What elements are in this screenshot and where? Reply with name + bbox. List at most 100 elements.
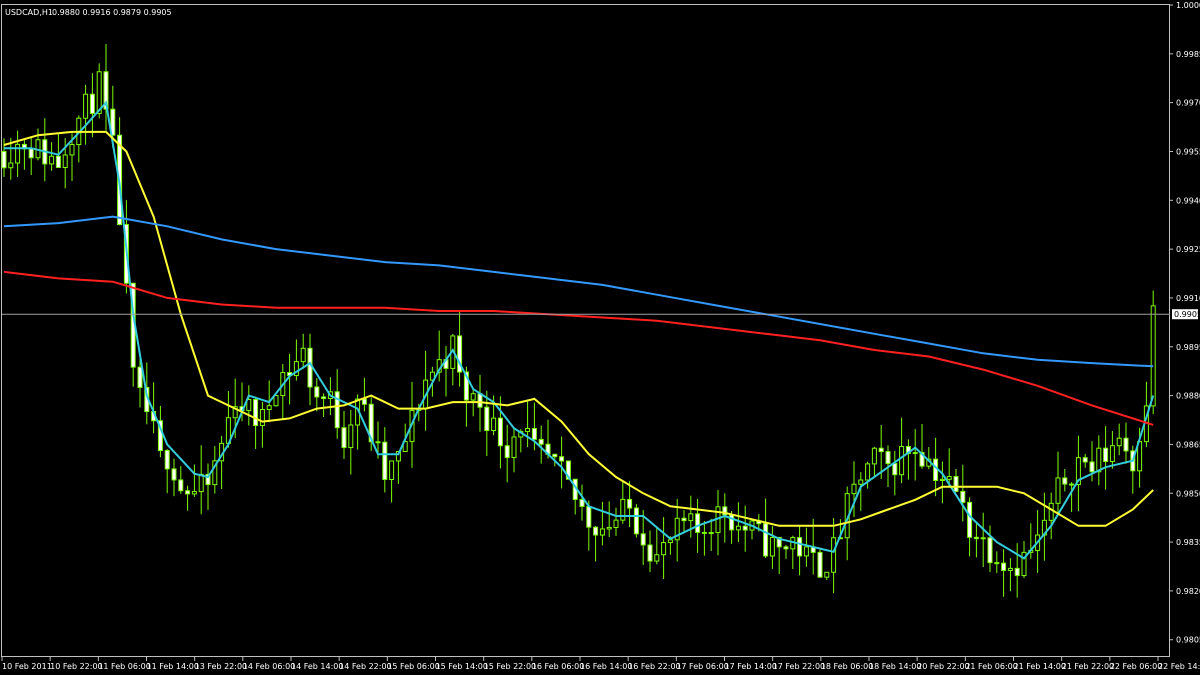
candle-body xyxy=(769,536,775,557)
candle-body xyxy=(681,517,687,522)
ohlc-label: 0.9880 0.9916 0.9879 0.9905 xyxy=(52,8,172,17)
candle-body xyxy=(1062,477,1068,485)
candle-body xyxy=(191,491,197,495)
y-tick-label: 0.9850 xyxy=(1176,489,1200,498)
candle-body xyxy=(599,528,605,536)
y-tick-label: 0.9865 xyxy=(1176,440,1200,449)
candle-body xyxy=(491,417,497,432)
candle-body xyxy=(531,427,537,440)
candle-body xyxy=(586,505,592,528)
x-tick-label: 21 Feb 14:00 xyxy=(1014,662,1066,671)
x-tick-label: 17 Feb 22:00 xyxy=(773,662,825,671)
candle-body xyxy=(1116,437,1122,447)
candle-body xyxy=(851,483,857,495)
x-tick-label: 11 Feb 06:00 xyxy=(98,662,150,671)
x-tick-label: 11 Feb 14:00 xyxy=(147,662,199,671)
candle-body xyxy=(314,386,320,398)
x-tick-label: 18 Feb 06:00 xyxy=(821,662,873,671)
candle-body xyxy=(198,473,204,493)
x-tick-label: 17 Feb 06:00 xyxy=(676,662,728,671)
candle-body xyxy=(511,436,517,459)
candle-body xyxy=(49,155,55,165)
candle-body xyxy=(497,417,503,447)
candle-body xyxy=(389,460,395,481)
candle-body xyxy=(695,513,701,533)
price-chart[interactable]: USDCAD,H1 0.9880 0.9916 0.9879 0.9905 1.… xyxy=(0,0,1200,675)
candle-body xyxy=(164,450,170,470)
candle-body xyxy=(477,393,483,408)
candle-body xyxy=(504,445,510,459)
y-tick-label: 0.9970 xyxy=(1176,99,1200,108)
y-tick-label: 0.9910 xyxy=(1176,294,1200,303)
candle-body xyxy=(579,499,585,507)
current-price-label: 0.9905 xyxy=(1174,310,1200,319)
y-tick-label: 0.9940 xyxy=(1176,196,1200,205)
candle-body xyxy=(259,408,265,427)
candle-body xyxy=(647,544,653,562)
candle-body xyxy=(661,542,667,556)
x-tick-label: 10 Feb 2011 xyxy=(2,662,52,671)
candle-body xyxy=(375,441,381,444)
candle-body xyxy=(899,446,905,476)
candle-body xyxy=(797,537,803,557)
candle-body xyxy=(892,463,898,476)
candle-body xyxy=(912,452,918,455)
x-tick-label: 14 Feb 14:00 xyxy=(291,662,343,671)
x-tick-label: 18 Feb 14:00 xyxy=(869,662,921,671)
candle-body xyxy=(15,143,21,164)
candle-body xyxy=(69,144,75,156)
candle-body xyxy=(89,93,95,114)
candle-body xyxy=(817,551,823,578)
candle-body xyxy=(742,525,748,531)
candle-body xyxy=(667,539,673,544)
candle-body xyxy=(484,406,490,432)
candle-body xyxy=(185,490,191,495)
candle-body xyxy=(137,366,143,388)
candle-body xyxy=(1,150,7,169)
y-tick-label: 1.0000 xyxy=(1176,1,1200,10)
candle-body xyxy=(708,532,714,535)
y-tick-label: 0.9955 xyxy=(1176,147,1200,156)
candle-body xyxy=(321,396,327,400)
x-tick-label: 20 Feb 22:00 xyxy=(917,662,969,671)
candle-body xyxy=(8,162,14,169)
candle-body xyxy=(1089,461,1095,473)
candle-body xyxy=(960,490,966,503)
y-tick-label: 0.9835 xyxy=(1176,538,1200,547)
candle-body xyxy=(939,478,945,481)
x-tick-label: 15 Feb 14:00 xyxy=(436,662,488,671)
candle-body xyxy=(688,513,694,522)
candle-body xyxy=(953,476,959,492)
candle-body xyxy=(803,546,809,557)
y-tick-label: 0.9925 xyxy=(1176,245,1200,254)
candle-body xyxy=(831,537,837,573)
candle-body xyxy=(348,424,354,449)
x-tick-label: 21 Feb 22:00 xyxy=(1062,662,1114,671)
candle-body xyxy=(538,438,544,445)
candle-body xyxy=(552,453,558,458)
candle-body xyxy=(55,155,61,168)
candle-body xyxy=(1069,483,1075,486)
candle-body xyxy=(1123,437,1129,452)
candle-body xyxy=(1109,445,1115,463)
candle-body xyxy=(885,451,891,465)
candle-body xyxy=(1007,567,1013,571)
candle-body xyxy=(980,537,986,540)
candle-body xyxy=(62,154,68,168)
candle-body xyxy=(967,501,973,538)
candle-body xyxy=(640,533,646,546)
candle-body xyxy=(307,347,313,388)
candle-body xyxy=(266,405,272,410)
candle-body xyxy=(1103,447,1109,463)
x-tick-label: 17 Feb 14:00 xyxy=(725,662,777,671)
candle-body xyxy=(994,562,1000,565)
y-tick-label: 0.9820 xyxy=(1176,587,1200,596)
x-tick-label: 10 Feb 22:00 xyxy=(50,662,102,671)
y-tick-label: 0.9985 xyxy=(1176,50,1200,59)
candle-body xyxy=(300,347,306,363)
candle-body xyxy=(341,427,347,449)
candle-body xyxy=(178,479,184,492)
y-tick-label: 0.9880 xyxy=(1176,392,1200,401)
candle-body xyxy=(824,571,830,578)
x-tick-label: 13 Feb 22:00 xyxy=(195,662,247,671)
